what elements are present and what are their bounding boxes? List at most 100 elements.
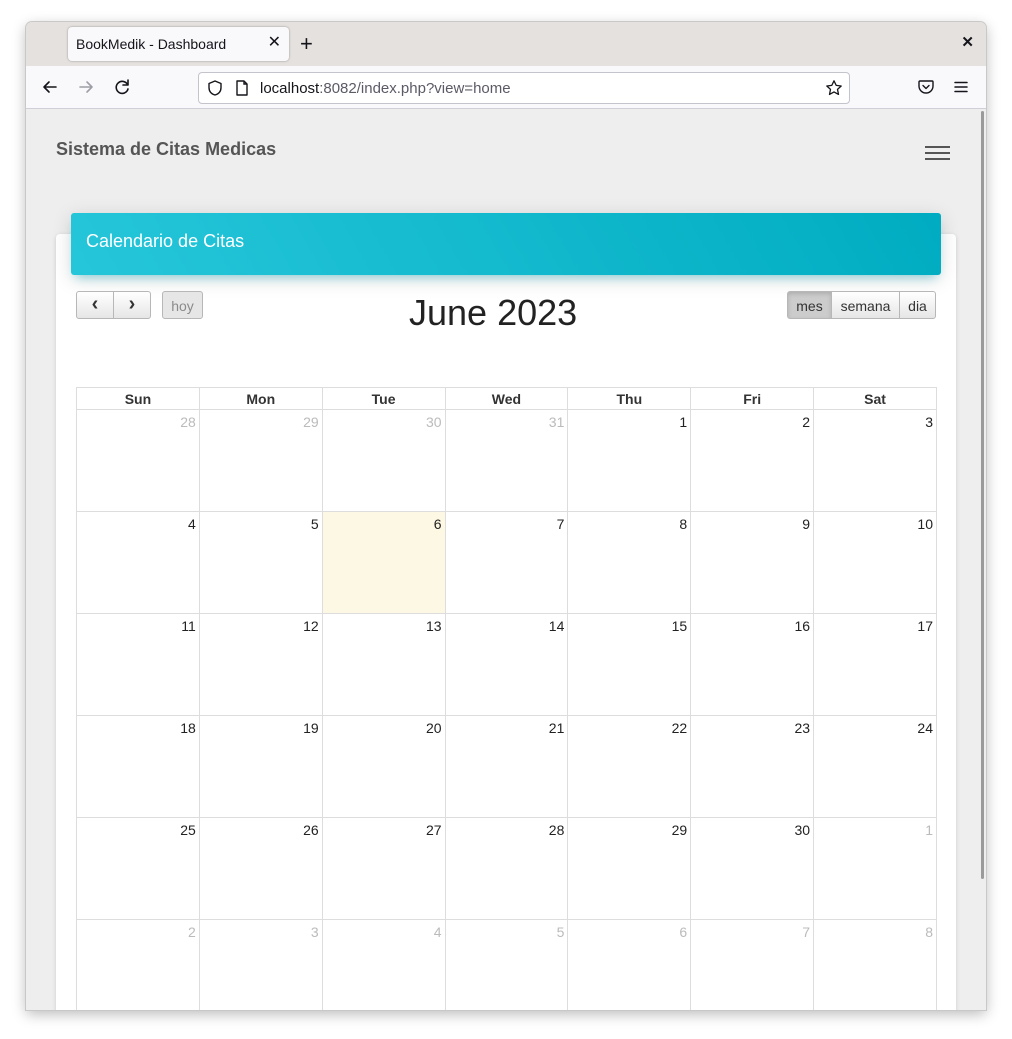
calendar-week-row: 28 29 30 31 1 2 3 (76, 409, 937, 512)
forward-arrow-icon[interactable] (75, 76, 97, 98)
app-brand[interactable]: Sistema de Citas Medicas (56, 139, 276, 160)
day-cell[interactable]: 24 (813, 715, 937, 818)
new-tab-icon[interactable]: + (300, 32, 313, 56)
day-cell-today[interactable]: 6 (321, 511, 446, 614)
day-cell[interactable]: 28 (444, 817, 569, 920)
day-cell[interactable]: 12 (198, 613, 323, 716)
navigation-bar: localhost:8082/index.php?view=home (26, 66, 986, 109)
shield-icon[interactable] (206, 79, 224, 97)
url-text[interactable]: localhost:8082/index.php?view=home (260, 80, 511, 97)
calendar-title: June 2023 (409, 292, 578, 333)
day-number: 2 (188, 924, 196, 940)
day-cell[interactable]: 18 (76, 715, 200, 818)
day-number: 11 (181, 618, 196, 634)
day-number: 1 (925, 822, 933, 838)
weekday-header: Fri (690, 387, 815, 410)
day-number: 4 (188, 516, 196, 532)
day-number: 28 (548, 822, 565, 838)
card-title: Calendario de Citas (86, 231, 245, 251)
day-number: 18 (180, 720, 196, 736)
day-cell[interactable]: 26 (198, 817, 323, 920)
day-cell[interactable]: 9 (690, 511, 815, 614)
day-cell[interactable]: 27 (321, 817, 446, 920)
day-cell[interactable]: 8 (813, 919, 937, 1010)
day-number: 31 (548, 414, 565, 430)
day-cell[interactable]: 29 (198, 409, 323, 512)
week-view-button[interactable]: semana (831, 291, 900, 319)
day-number: 3 (925, 414, 933, 430)
day-cell[interactable]: 30 (690, 817, 815, 920)
day-cell[interactable]: 4 (321, 919, 446, 1010)
day-number: 19 (303, 720, 319, 736)
day-cell[interactable]: 25 (76, 817, 200, 920)
day-cell[interactable]: 31 (444, 409, 569, 512)
day-cell[interactable]: 22 (567, 715, 692, 818)
day-cell[interactable]: 8 (567, 511, 692, 614)
day-number: 17 (917, 618, 933, 634)
day-number: 4 (433, 924, 442, 940)
weekday-header: Wed (444, 387, 569, 410)
day-cell[interactable]: 21 (444, 715, 569, 818)
day-number: 3 (310, 924, 319, 940)
browser-tab[interactable]: BookMedik - Dashboard ✕ (68, 27, 289, 61)
day-cell[interactable]: 29 (567, 817, 692, 920)
pocket-icon[interactable] (917, 78, 935, 96)
day-cell[interactable]: 1 (813, 817, 937, 920)
tab-close-icon[interactable]: ✕ (268, 33, 281, 53)
day-number: 13 (425, 618, 442, 634)
day-cell[interactable]: 6 (567, 919, 692, 1010)
day-number: 5 (310, 516, 319, 532)
day-cell[interactable]: 10 (813, 511, 937, 614)
back-arrow-icon[interactable] (39, 76, 61, 98)
day-cell[interactable]: 19 (198, 715, 323, 818)
page-icon[interactable] (234, 79, 250, 97)
day-cell[interactable]: 16 (690, 613, 815, 716)
day-number: 29 (671, 822, 688, 838)
day-cell[interactable]: 4 (76, 511, 200, 614)
day-cell[interactable]: 28 (76, 409, 200, 512)
day-cell[interactable]: 15 (567, 613, 692, 716)
day-number: 28 (180, 414, 196, 430)
day-number: 25 (180, 822, 196, 838)
day-cell[interactable]: 5 (444, 919, 569, 1010)
address-bar[interactable]: localhost:8082/index.php?view=home (198, 72, 850, 104)
day-cell[interactable]: 13 (321, 613, 446, 716)
reload-icon[interactable] (111, 76, 133, 98)
window-close-icon[interactable]: ✕ (961, 33, 974, 51)
day-number: 14 (548, 618, 565, 634)
day-cell[interactable]: 14 (444, 613, 569, 716)
page-content: Sistema de Citas Medicas Calendario de C… (26, 109, 986, 1010)
month-view-button[interactable]: mes (787, 291, 832, 319)
day-cell[interactable]: 11 (76, 613, 200, 716)
day-cell[interactable]: 23 (690, 715, 815, 818)
day-cell[interactable]: 3 (198, 919, 323, 1010)
day-number: 29 (303, 414, 319, 430)
scrollbar-thumb[interactable] (981, 111, 984, 879)
url-host: localhost (260, 80, 320, 97)
day-cell[interactable]: 2 (76, 919, 200, 1010)
day-cell[interactable]: 17 (813, 613, 937, 716)
calendar-week-row: 11 12 13 14 15 16 17 (76, 613, 937, 716)
day-cell[interactable]: 2 (690, 409, 815, 512)
app-menu-icon[interactable] (953, 79, 969, 95)
day-cell[interactable]: 1 (567, 409, 692, 512)
prev-month-button[interactable]: ‹ (76, 291, 114, 319)
day-cell[interactable]: 20 (321, 715, 446, 818)
next-month-button[interactable]: › (113, 291, 151, 319)
day-cell[interactable]: 7 (690, 919, 815, 1010)
day-number: 8 (925, 924, 933, 940)
weekday-header-row: Sun Mon Tue Wed Thu Fri Sat (76, 387, 937, 410)
today-button[interactable]: hoy (162, 291, 203, 319)
day-number: 7 (802, 924, 811, 940)
day-cell[interactable]: 3 (813, 409, 937, 512)
weekday-header: Sat (813, 387, 937, 410)
day-view-button[interactable]: dia (899, 291, 936, 319)
hamburger-menu-icon[interactable] (925, 146, 951, 164)
day-cell[interactable]: 30 (321, 409, 446, 512)
calendar-grid: Sun Mon Tue Wed Thu Fri Sat 28 29 30 31 1 2 3 4 5 6 7 8 9 1… (76, 387, 937, 1010)
day-cell[interactable]: 5 (198, 511, 323, 614)
bookmark-star-icon[interactable] (825, 79, 843, 97)
calendar-body: 28 29 30 31 1 2 3 4 5 6 7 8 9 10 11 12 13 14 15 16 17 18 19 20 2… (76, 409, 937, 1010)
scrollbar[interactable] (978, 109, 986, 1010)
day-cell[interactable]: 7 (444, 511, 569, 614)
